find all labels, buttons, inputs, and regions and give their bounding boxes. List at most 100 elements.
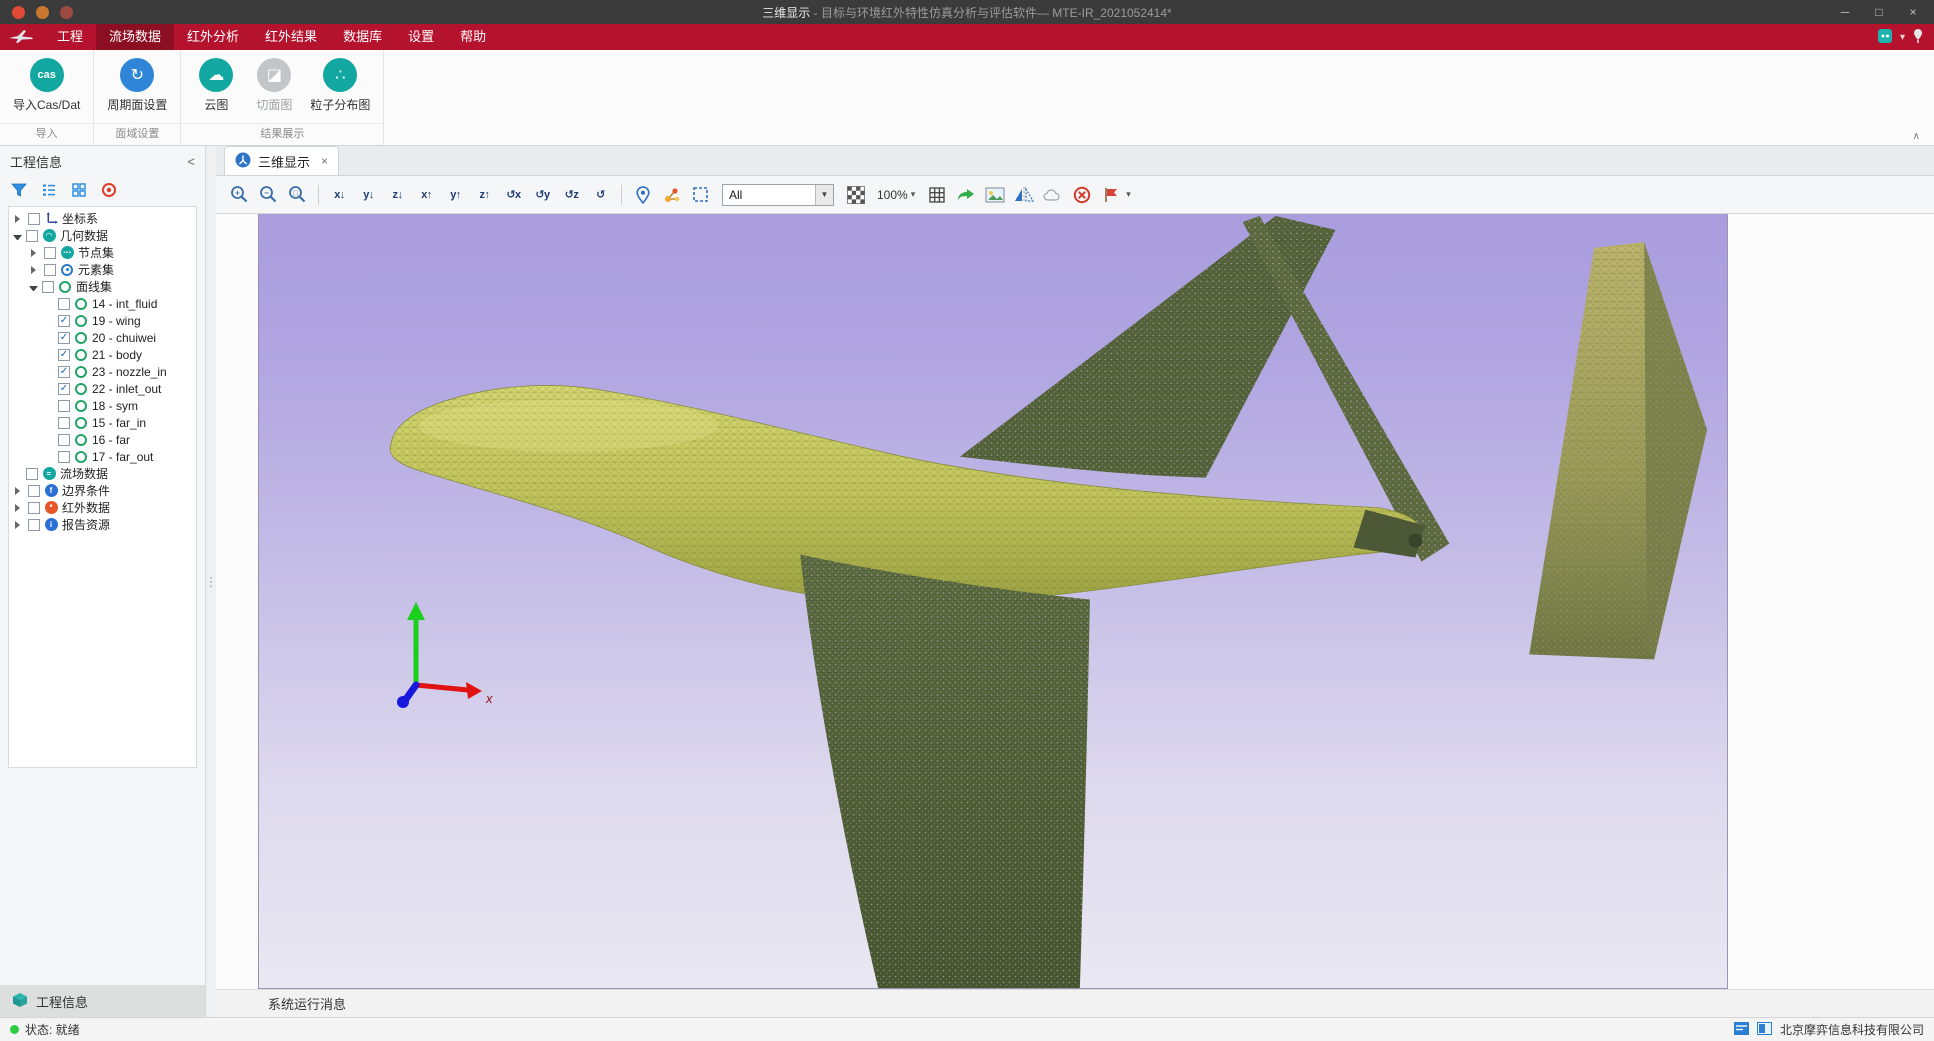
- ribbon-button-periodic-face-setting[interactable]: ↻周期面设置: [100, 50, 174, 113]
- panel-splitter[interactable]: ⋮: [206, 146, 216, 1017]
- tree-item-face-23-nozzle-in[interactable]: ✓23 - nozzle_in: [9, 363, 196, 380]
- grid-view-icon[interactable]: [70, 181, 88, 199]
- dither-icon[interactable]: [842, 181, 869, 208]
- view-y-neg-icon[interactable]: y↓: [355, 181, 382, 208]
- list-view-icon[interactable]: [40, 181, 58, 199]
- viewport-3d[interactable]: x: [258, 214, 1728, 989]
- tree-item-face-19-wing[interactable]: ✓19 - wing: [9, 312, 196, 329]
- tree-item-face-16-far[interactable]: 16 - far: [9, 431, 196, 448]
- rotate-free-icon[interactable]: ↺: [587, 181, 614, 208]
- tree-checkbox[interactable]: [58, 417, 70, 429]
- tree-expander-icon[interactable]: [13, 235, 22, 240]
- menu-item-ir-analysis[interactable]: 红外分析: [174, 24, 252, 50]
- pin-icon[interactable]: [1912, 28, 1924, 47]
- tree-checkbox[interactable]: ✓: [58, 332, 70, 344]
- tree-item-face-set[interactable]: 面线集: [9, 278, 196, 295]
- ribbon-button-particle-map[interactable]: ∴粒子分布图: [303, 50, 377, 113]
- tree-item-geometry-data[interactable]: ◠几何数据: [9, 227, 196, 244]
- menu-item-project[interactable]: 工程: [44, 24, 96, 50]
- zoom-in-icon[interactable]: +: [226, 181, 253, 208]
- tree-checkbox[interactable]: [28, 519, 40, 531]
- tree-item-report-resources[interactable]: i报告资源: [9, 516, 196, 533]
- menu-item-settings[interactable]: 设置: [395, 24, 447, 50]
- mesh-grid-icon[interactable]: [923, 181, 950, 208]
- probe-pin-icon[interactable]: [629, 181, 656, 208]
- titlebar-dot-orange[interactable]: [36, 6, 49, 19]
- tree-item-node-set[interactable]: ⋯节点集: [9, 244, 196, 261]
- tree-checkbox[interactable]: [28, 485, 40, 497]
- menu-item-flow-data[interactable]: 流场数据: [96, 24, 174, 50]
- snapshot-icon[interactable]: [981, 181, 1008, 208]
- zoom-level-combo[interactable]: 100%▾: [871, 188, 921, 202]
- tree-expander-icon[interactable]: [15, 487, 24, 495]
- view-x-neg-icon[interactable]: x↓: [326, 181, 353, 208]
- rotate-x-icon[interactable]: ↺x: [500, 181, 527, 208]
- annotation-flag-icon[interactable]: [1097, 181, 1124, 208]
- menu-item-help[interactable]: 帮助: [447, 24, 499, 50]
- status-log-icon[interactable]: [1734, 1022, 1749, 1038]
- tree-checkbox[interactable]: ✓: [58, 366, 70, 378]
- tree-checkbox[interactable]: [58, 298, 70, 310]
- theme-panel-icon[interactable]: [1877, 28, 1893, 47]
- tree-expander-icon[interactable]: [29, 286, 38, 291]
- mirror-icon[interactable]: [1010, 181, 1037, 208]
- particle-trace-icon[interactable]: [658, 181, 685, 208]
- tree-checkbox[interactable]: [42, 281, 54, 293]
- clear-view-icon[interactable]: [1068, 181, 1095, 208]
- view-z-neg-icon[interactable]: z↓: [384, 181, 411, 208]
- tree-checkbox[interactable]: [44, 247, 56, 259]
- tree-item-face-15-far-in[interactable]: 15 - far_in: [9, 414, 196, 431]
- display-filter-combo[interactable]: All▼: [722, 184, 834, 206]
- toolbar-dropdown-caret-icon[interactable]: ▾: [1126, 189, 1131, 200]
- tree-item-boundary-conditions[interactable]: f边界条件: [9, 482, 196, 499]
- tree-item-face-22-inlet-out[interactable]: ✓22 - inlet_out: [9, 380, 196, 397]
- box-select-icon[interactable]: [687, 181, 714, 208]
- tree-checkbox[interactable]: [58, 400, 70, 412]
- ribbon-button-cloud-map[interactable]: ☁云图: [187, 50, 245, 113]
- locate-icon[interactable]: [100, 181, 118, 199]
- tree-expander-icon[interactable]: [31, 249, 40, 257]
- rotate-z-icon[interactable]: ↺z: [558, 181, 585, 208]
- view-y-pos-icon[interactable]: y↑: [442, 181, 469, 208]
- rotate-y-icon[interactable]: ↺y: [529, 181, 556, 208]
- tree-expander-icon[interactable]: [15, 215, 24, 223]
- zoom-fit-icon[interactable]: □: [284, 181, 311, 208]
- ribbon-button-import-cas-dat[interactable]: cas导入Cas/Dat: [6, 50, 87, 113]
- tree-expander-icon[interactable]: [15, 521, 24, 529]
- tree-checkbox[interactable]: ✓: [58, 349, 70, 361]
- tree-item-element-set[interactable]: 元素集: [9, 261, 196, 278]
- tree-checkbox[interactable]: ✓: [58, 315, 70, 327]
- tree-checkbox[interactable]: [58, 451, 70, 463]
- panel-collapse-button[interactable]: <: [187, 154, 195, 169]
- menu-item-ir-results[interactable]: 红外结果: [252, 24, 330, 50]
- tree-item-face-17-far-out[interactable]: 17 - far_out: [9, 448, 196, 465]
- zoom-out-icon[interactable]: −: [255, 181, 282, 208]
- tree-checkbox[interactable]: [28, 502, 40, 514]
- tree-item-flow-field-data[interactable]: ≈流场数据: [9, 465, 196, 482]
- tab-close-icon[interactable]: ×: [321, 154, 328, 168]
- window-minimize-button[interactable]: ─: [1828, 0, 1862, 24]
- view-z-pos-icon[interactable]: z↑: [471, 181, 498, 208]
- tree-item-face-21-body[interactable]: ✓21 - body: [9, 346, 196, 363]
- tree-checkbox[interactable]: [44, 264, 56, 276]
- filter-icon[interactable]: [10, 181, 28, 199]
- status-panel-icon[interactable]: [1757, 1022, 1772, 1038]
- project-panel-footer[interactable]: 工程信息: [0, 985, 205, 1017]
- tab-3d-display[interactable]: 三维显示 ×: [224, 146, 339, 175]
- tree-checkbox[interactable]: [58, 434, 70, 446]
- tree-checkbox[interactable]: [26, 468, 38, 480]
- titlebar-dot-red[interactable]: [12, 6, 25, 19]
- tree-item-face-18-sym[interactable]: 18 - sym: [9, 397, 196, 414]
- menu-item-database[interactable]: 数据库: [330, 24, 395, 50]
- tree-item-face-14-int-fluid[interactable]: 14 - int_fluid: [9, 295, 196, 312]
- menu-dropdown-caret-icon[interactable]: ▾: [1900, 32, 1905, 43]
- cloud-style-icon[interactable]: [1039, 181, 1066, 208]
- share-icon[interactable]: [952, 181, 979, 208]
- tree-item-coordinate-system[interactable]: 坐标系: [9, 210, 196, 227]
- tree-expander-icon[interactable]: [15, 504, 24, 512]
- view-x-pos-icon[interactable]: x↑: [413, 181, 440, 208]
- window-close-button[interactable]: ×: [1896, 0, 1930, 24]
- tree-item-face-20-chuiwei[interactable]: ✓20 - chuiwei: [9, 329, 196, 346]
- combo-dropdown-arrow-icon[interactable]: ▼: [815, 185, 833, 205]
- tree-checkbox[interactable]: [26, 230, 38, 242]
